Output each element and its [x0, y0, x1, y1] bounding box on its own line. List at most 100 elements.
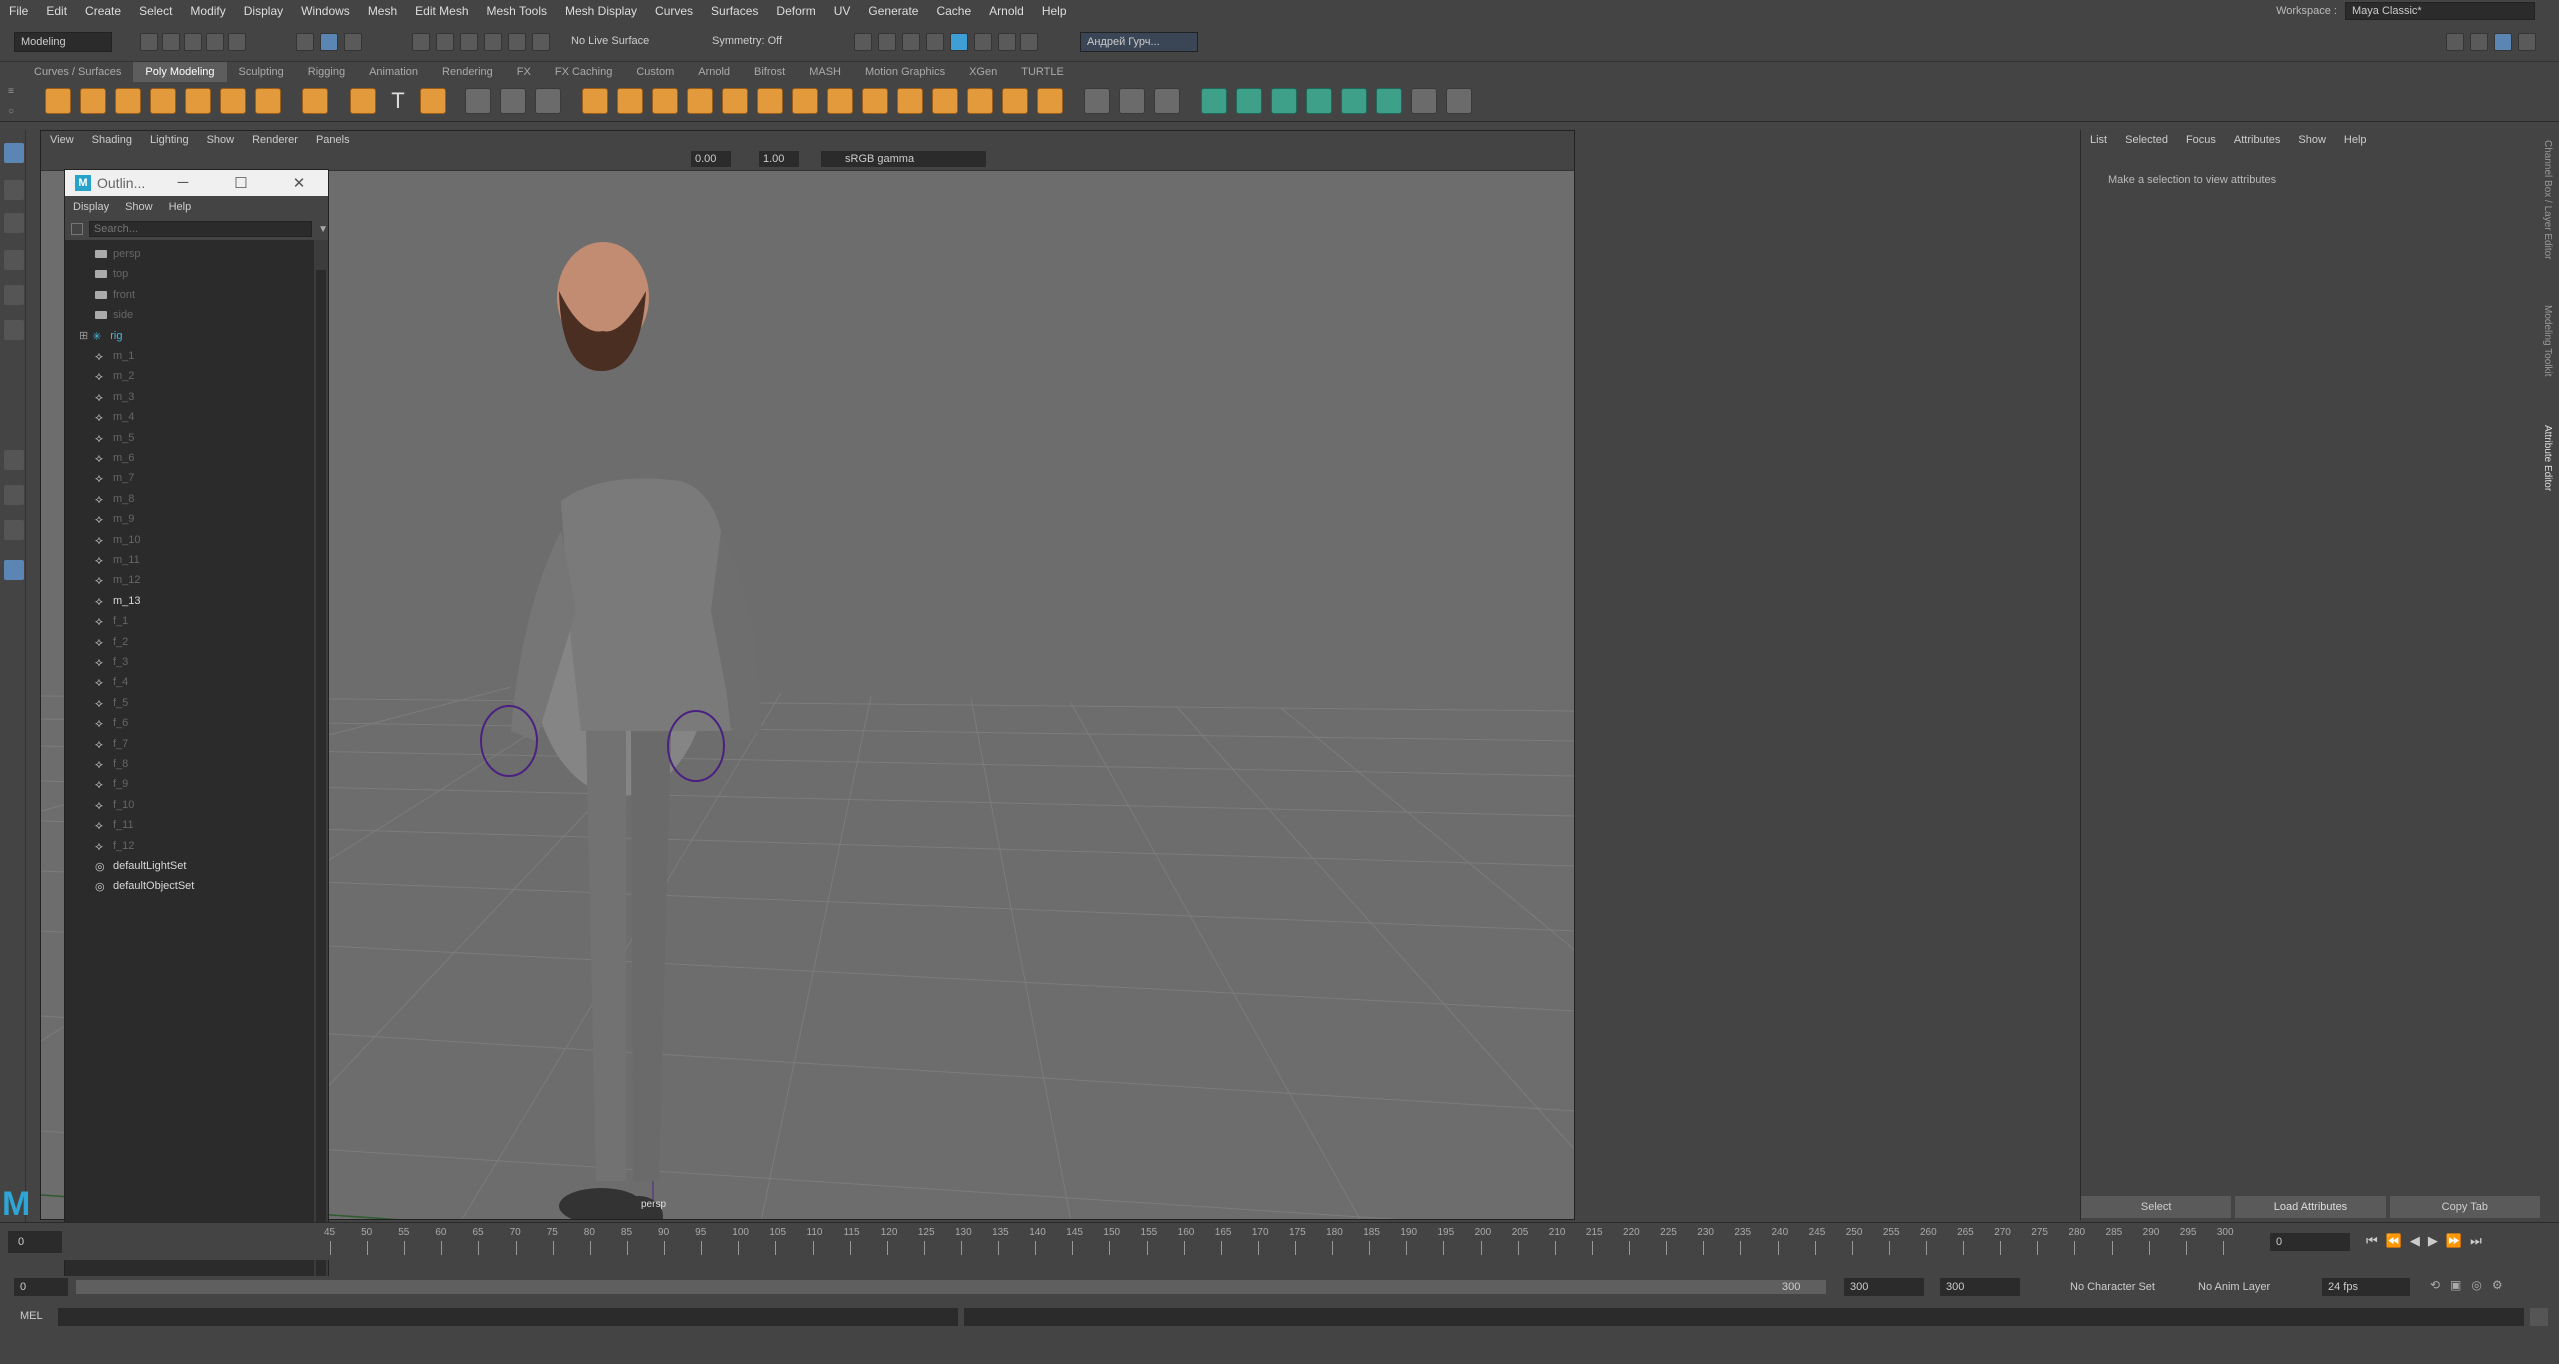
shelf-tab-sculpting[interactable]: Sculpting — [227, 62, 296, 82]
snap-curve-icon[interactable] — [436, 33, 454, 51]
outliner-menu-show[interactable]: Show — [117, 201, 161, 213]
menu-edit[interactable]: Edit — [37, 0, 76, 22]
menu-file[interactable]: File — [0, 0, 37, 22]
workspace-dropdown[interactable]: Maya Classic* — [2345, 2, 2535, 20]
uv-editor-icon[interactable] — [1411, 88, 1437, 114]
select-button[interactable]: Select — [2081, 1196, 2232, 1218]
outliner-item[interactable]: ⟡ f_6 — [65, 713, 314, 733]
snap-grid-icon[interactable] — [412, 33, 430, 51]
poly-cylinder-icon[interactable] — [115, 88, 141, 114]
channel-box-tab[interactable]: Channel Box / Layer Editor — [2542, 140, 2553, 260]
outliner-search-input[interactable] — [88, 221, 313, 237]
shelf-tab-mash[interactable]: MASH — [797, 62, 853, 82]
persp-outliner-layout-icon[interactable] — [4, 520, 24, 540]
rotate-tool-icon[interactable] — [4, 285, 24, 305]
range-bar[interactable] — [76, 1280, 1826, 1294]
mesh-pivot-icon[interactable] — [465, 88, 491, 114]
close-icon[interactable]: ✕ — [270, 174, 328, 192]
range-end-field[interactable]: 300 — [1844, 1278, 1924, 1296]
extract-icon[interactable] — [652, 88, 678, 114]
shelf-tab-poly-modeling[interactable]: Poly Modeling — [133, 62, 227, 82]
viewport-menu-show[interactable]: Show — [198, 134, 244, 146]
outliner-item[interactable]: ◎ defaultLightSet — [65, 856, 314, 876]
shelf-tab-fx-caching[interactable]: FX Caching — [543, 62, 624, 82]
extrude-icon[interactable] — [1201, 88, 1227, 114]
construction-history-icon[interactable] — [854, 33, 872, 51]
pause-render-icon[interactable] — [1020, 33, 1038, 51]
outliner-item[interactable]: ⟡ f_7 — [65, 734, 314, 754]
outliner-item[interactable]: ⟡ m_6 — [65, 448, 314, 468]
anim-end-field[interactable]: 300 — [1940, 1278, 2020, 1296]
menu-arnold[interactable]: Arnold — [980, 0, 1033, 22]
outliner-item[interactable]: ⟡ f_10 — [65, 795, 314, 815]
outliner-item[interactable]: ⊞ ✳ rig — [65, 326, 314, 346]
quadrangulate-icon[interactable] — [932, 88, 958, 114]
snap-plane-icon[interactable] — [484, 33, 502, 51]
cleanup-icon[interactable] — [1002, 88, 1028, 114]
multi-cut-icon[interactable] — [1084, 88, 1110, 114]
new-scene-icon[interactable] — [140, 33, 158, 51]
hypershade-icon[interactable] — [974, 33, 992, 51]
outliner-item[interactable]: ⟡ m_11 — [65, 550, 314, 570]
outliner-scrollbar[interactable] — [316, 270, 326, 1280]
uv-cut-icon[interactable] — [1446, 88, 1472, 114]
bevel-icon[interactable] — [1236, 88, 1262, 114]
modeling-toolkit-tab[interactable]: Modeling Toolkit — [2542, 305, 2553, 377]
triangulate-icon[interactable] — [897, 88, 923, 114]
scale-tool-icon[interactable] — [4, 320, 24, 340]
outliner-item[interactable]: ⟡ f_9 — [65, 774, 314, 794]
retopologize-icon[interactable] — [862, 88, 888, 114]
outliner-item[interactable]: persp — [65, 244, 314, 264]
separate-icon[interactable] — [617, 88, 643, 114]
arnold-render-icon[interactable] — [998, 33, 1016, 51]
symmetry-dropdown[interactable]: Symmetry: Off — [706, 32, 806, 52]
load-attributes-button[interactable]: Load Attributes — [2235, 1196, 2386, 1218]
reduce-icon[interactable] — [792, 88, 818, 114]
four-view-layout-icon[interactable] — [4, 485, 24, 505]
outliner-menu-display[interactable]: Display — [65, 201, 117, 213]
outliner-item[interactable]: ⟡ m_9 — [65, 509, 314, 529]
ae-menu-list[interactable]: List — [2081, 134, 2116, 146]
menu-mesh-tools[interactable]: Mesh Tools — [478, 0, 556, 22]
combine-icon[interactable] — [582, 88, 608, 114]
menu-mesh-display[interactable]: Mesh Display — [556, 0, 646, 22]
menu-windows[interactable]: Windows — [292, 0, 359, 22]
outliner-item[interactable]: ⟡ m_3 — [65, 387, 314, 407]
live-surface-field[interactable]: No Live Surface — [565, 32, 675, 52]
menu-cache[interactable]: Cache — [927, 0, 980, 22]
user-account-button[interactable]: Андрей Гурч... — [1080, 32, 1198, 52]
type-tool-icon[interactable]: T — [385, 88, 411, 114]
playback-options-icons[interactable]: ⟲▣◎⚙ — [2430, 1278, 2540, 1296]
menu-display[interactable]: Display — [235, 0, 292, 22]
open-scene-icon[interactable] — [162, 33, 180, 51]
color-space-dropdown[interactable]: sRGB gamma — [821, 151, 986, 167]
poly-sculpt-icon[interactable] — [1037, 88, 1063, 114]
mode-dropdown[interactable]: Modeling — [14, 32, 112, 52]
shelf-tab-custom[interactable]: Custom — [624, 62, 686, 82]
filter-icon[interactable] — [71, 223, 83, 235]
menu-mesh[interactable]: Mesh — [359, 0, 406, 22]
viewport-menu-view[interactable]: View — [41, 134, 83, 146]
shelf-tab-turtle[interactable]: TURTLE — [1009, 62, 1076, 82]
viewport-menu-renderer[interactable]: Renderer — [243, 134, 307, 146]
time-ruler[interactable]: 45 50 55 60 65 70 75 80 85 90 95 100 105 110 115 120 125… — [324, 1227, 2260, 1257]
select-object-icon[interactable] — [320, 33, 338, 51]
platonic-solid-icon[interactable] — [302, 88, 328, 114]
poly-sphere-icon[interactable] — [45, 88, 71, 114]
outliner-item[interactable]: ⟡ f_1 — [65, 611, 314, 631]
edge-loop-icon[interactable] — [1119, 88, 1145, 114]
start-frame-field[interactable]: 0 — [8, 1231, 62, 1253]
minimize-icon[interactable]: ─ — [154, 174, 212, 192]
outliner-item[interactable]: ⟡ m_1 — [65, 346, 314, 366]
single-perspective-layout-icon[interactable] — [4, 450, 24, 470]
time-slider[interactable]: 0 45 50 55 60 65 70 75 80 85 90 95 100 105 110 115 120 1… — [0, 1222, 2559, 1260]
shelf-tab-motion-graphics[interactable]: Motion Graphics — [853, 62, 957, 82]
menu-uv[interactable]: UV — [825, 0, 860, 22]
remesh-icon[interactable] — [827, 88, 853, 114]
viewport-menu-lighting[interactable]: Lighting — [141, 134, 198, 146]
undo-icon[interactable] — [206, 33, 224, 51]
outliner-item[interactable]: top — [65, 264, 314, 284]
anim-layer-dropdown[interactable]: No Anim Layer — [2198, 1278, 2308, 1296]
mirror-icon[interactable] — [757, 88, 783, 114]
poly-cube-icon[interactable] — [80, 88, 106, 114]
